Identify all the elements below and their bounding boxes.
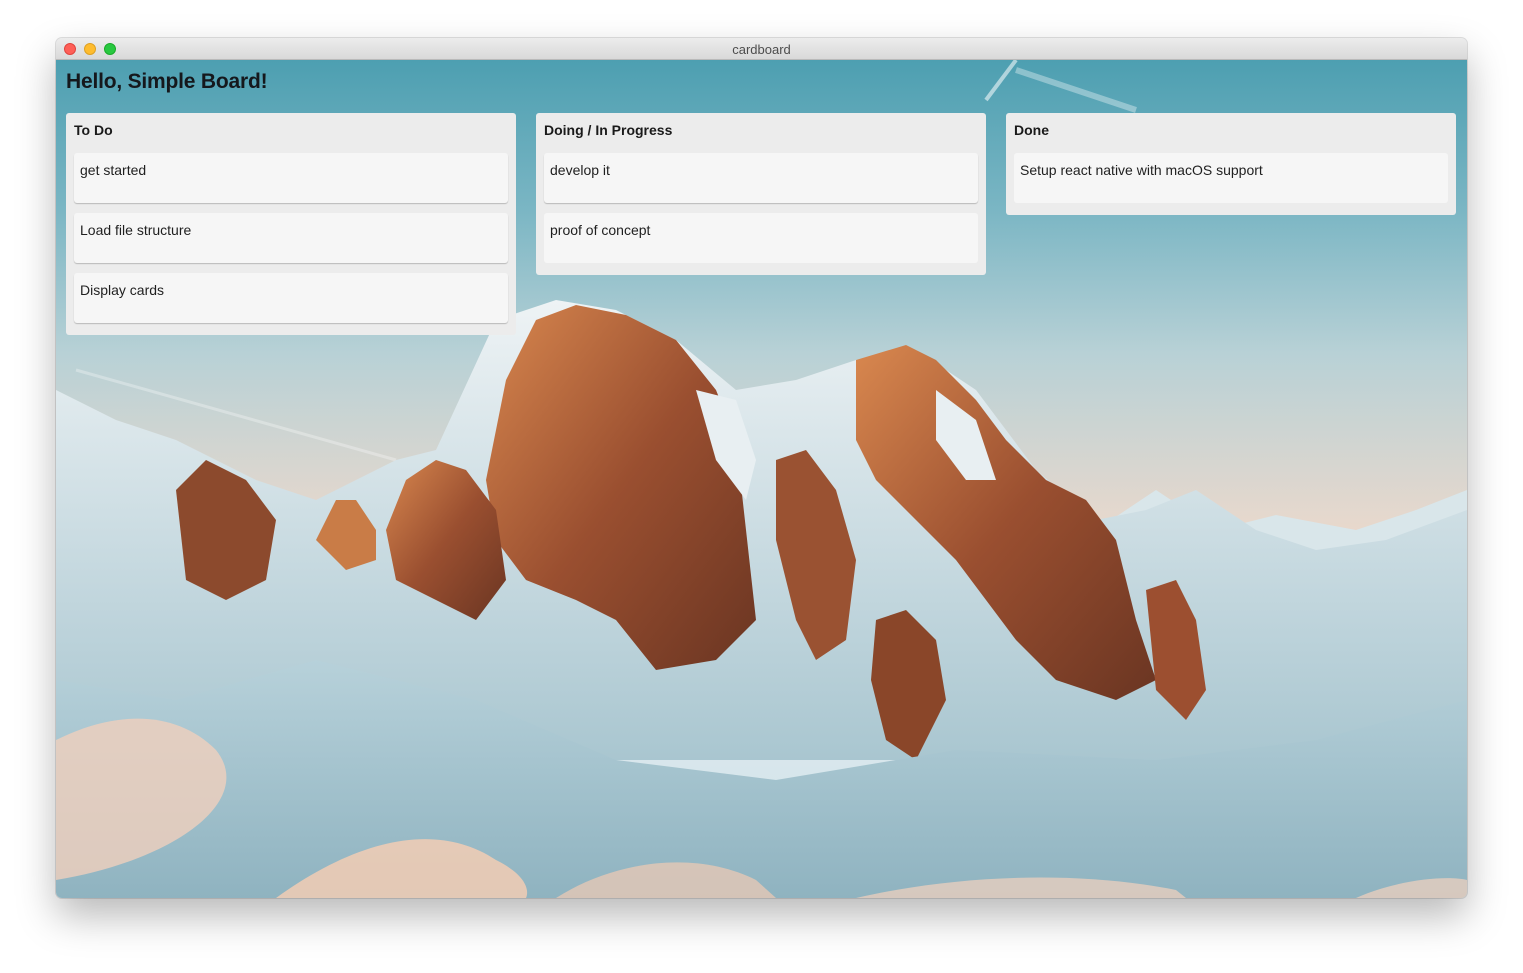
column-title: Done bbox=[1014, 122, 1049, 138]
app-window: cardboard Hello, Simple Board! To Do get… bbox=[56, 38, 1467, 898]
board-area: Hello, Simple Board! To Do get started L… bbox=[56, 60, 1467, 898]
column-title: Doing / In Progress bbox=[544, 122, 673, 138]
card[interactable]: Load file structure bbox=[74, 213, 508, 263]
card[interactable]: develop it bbox=[544, 153, 978, 203]
card[interactable]: get started bbox=[74, 153, 508, 203]
column-to-do: To Do get started Load file structure Di… bbox=[66, 113, 516, 335]
window-title: cardboard bbox=[732, 42, 791, 57]
column-doing-in-progress: Doing / In Progress develop it proof of … bbox=[536, 113, 986, 275]
card[interactable]: proof of concept bbox=[544, 213, 978, 263]
title-bar[interactable]: cardboard bbox=[56, 38, 1467, 60]
column-done: Done Setup react native with macOS suppo… bbox=[1006, 113, 1456, 215]
card[interactable]: Setup react native with macOS support bbox=[1014, 153, 1448, 203]
card[interactable]: Display cards bbox=[74, 273, 508, 323]
board-title: Hello, Simple Board! bbox=[66, 70, 268, 93]
column-title: To Do bbox=[74, 122, 113, 138]
